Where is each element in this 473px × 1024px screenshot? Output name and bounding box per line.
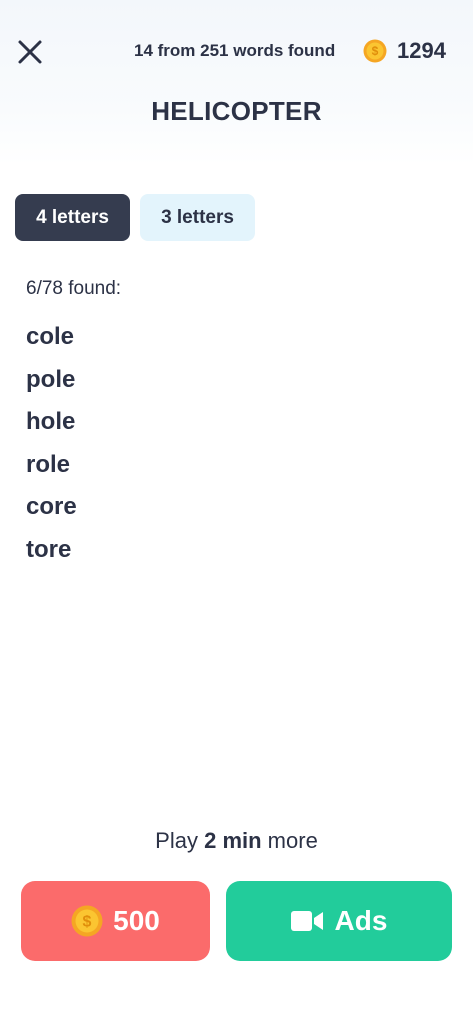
- list-item: cole: [26, 323, 75, 350]
- word-game-screen: 14 from 251 words found $ 1294 HELICOPTE…: [0, 0, 473, 1024]
- list-item: role: [26, 450, 71, 478]
- unlock-with-coins-button[interactable]: $ 500: [21, 881, 210, 961]
- list-item: pole: [26, 365, 76, 393]
- coin-button-label: 500: [113, 905, 160, 936]
- svg-text:$: $: [372, 44, 379, 58]
- play-more-suffix: more: [261, 828, 318, 853]
- words-found-progress: 14 from 251 words found: [134, 41, 336, 60]
- coin-balance: $ 1294: [363, 38, 446, 64]
- coin-icon: $: [71, 905, 103, 937]
- play-more-prefix: Play: [155, 828, 205, 853]
- coin-icon: $: [363, 39, 387, 63]
- play-more-duration: 2 min: [204, 828, 262, 853]
- list-item: hole: [26, 408, 76, 435]
- found-words-list: cole pole hole role core tore: [26, 320, 77, 575]
- close-button[interactable]: [14, 36, 46, 68]
- tab-4-letters[interactable]: 4 letters: [15, 194, 130, 241]
- list-item: core: [26, 493, 77, 520]
- found-count-label: 6/78 found:: [26, 278, 122, 299]
- coin-balance-value: 1294: [397, 38, 446, 63]
- tab-3-letters[interactable]: 3 letters: [140, 194, 255, 241]
- puzzle-word: HELICOPTER: [151, 96, 322, 126]
- play-more-text: Play 2 min more: [0, 828, 473, 854]
- close-icon: [18, 40, 42, 64]
- svg-text:$: $: [83, 914, 92, 931]
- video-camera-icon: [290, 911, 323, 931]
- watch-ads-button[interactable]: Ads: [226, 881, 452, 961]
- list-item: tore: [26, 535, 72, 563]
- ads-button-label: Ads: [334, 905, 388, 936]
